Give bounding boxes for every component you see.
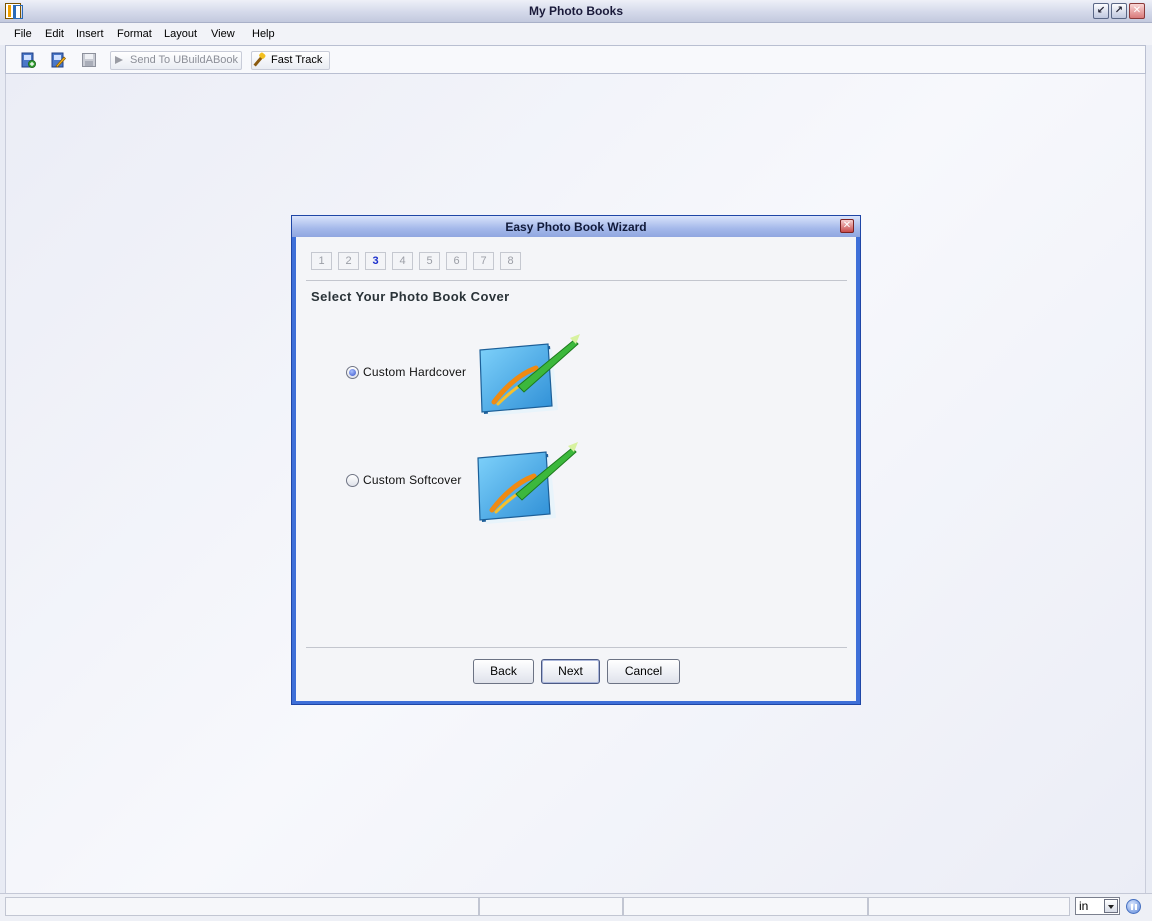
wizard-step-6: 6 [446,252,467,270]
back-button[interactable]: Back [473,659,534,684]
status-bar: in [0,893,1152,921]
edit-book-icon[interactable] [50,52,66,68]
buttons-divider [306,647,847,648]
next-button[interactable]: Next [541,659,600,684]
menu-bar: File Edit Insert Format Layout View Help [0,23,1152,45]
unit-value: in [1079,899,1089,913]
hardcover-label: Custom Hardcover [363,365,467,379]
window-title: My Photo Books [528,4,623,18]
softcover-radio[interactable] [346,474,359,487]
status-cell-3 [623,897,868,916]
chevron-down-icon[interactable] [1104,899,1118,913]
pause-icon[interactable] [1126,899,1141,914]
cancel-button[interactable]: Cancel [607,659,680,684]
wizard-step-7: 7 [473,252,494,270]
hardcover-option[interactable]: Custom Hardcover [346,365,471,381]
new-book-icon[interactable] [20,52,36,68]
fast-track-button[interactable]: Fast Track [251,51,330,70]
wizard-step-2: 2 [338,252,359,270]
dialog-title: Easy Photo Book Wizard [505,220,647,234]
wizard-step-1: 1 [311,252,332,270]
menu-edit[interactable]: Edit [45,28,64,40]
status-cell-main [5,897,479,916]
close-icon[interactable]: ✕ [1129,3,1145,19]
menu-insert[interactable]: Insert [76,28,104,40]
menu-file[interactable]: File [14,28,32,40]
minimize-icon[interactable]: ↙ [1093,3,1109,19]
menu-help[interactable]: Help [252,28,275,40]
softcover-book-icon [477,442,578,524]
dialog-body: 1 2 3 4 5 6 7 8 Select Your Photo Book C… [296,237,856,701]
easy-photo-book-wizard-dialog: Easy Photo Book Wizard ✕ 1 2 3 4 5 6 7 8… [291,215,861,705]
steps-divider [306,280,847,281]
hardcover-radio[interactable] [346,366,359,379]
menu-view[interactable]: View [211,28,235,40]
window-titlebar[interactable]: My Photo Books ↙ ↗ ✕ [0,0,1152,23]
magic-wand-icon [253,55,264,67]
status-cell-4 [868,897,1070,916]
send-arrow-icon [115,56,123,64]
fast-track-label: Fast Track [271,54,323,66]
save-icon[interactable] [81,52,97,68]
menu-format[interactable]: Format [117,28,152,40]
status-cell-2 [479,897,623,916]
menu-layout[interactable]: Layout [164,28,197,40]
unit-select[interactable]: in [1075,897,1120,915]
wizard-step-3: 3 [365,252,386,270]
dialog-titlebar[interactable]: Easy Photo Book Wizard ✕ [292,216,860,237]
toolbar: Send To UBuildABook Fast Track [5,45,1146,74]
send-to-ubuildabook-button[interactable]: Send To UBuildABook [110,51,242,70]
wizard-step-4: 4 [392,252,413,270]
softcover-option[interactable]: Custom Softcover [346,473,471,489]
send-to-ubuildabook-label: Send To UBuildABook [130,54,239,66]
maximize-icon[interactable]: ↗ [1111,3,1127,19]
section-title: Select Your Photo Book Cover [311,289,510,304]
softcover-label: Custom Softcover [363,473,462,487]
wizard-step-5: 5 [419,252,440,270]
wizard-step-8: 8 [500,252,521,270]
hardcover-book-icon [479,334,580,416]
dialog-close-icon[interactable]: ✕ [840,219,854,233]
